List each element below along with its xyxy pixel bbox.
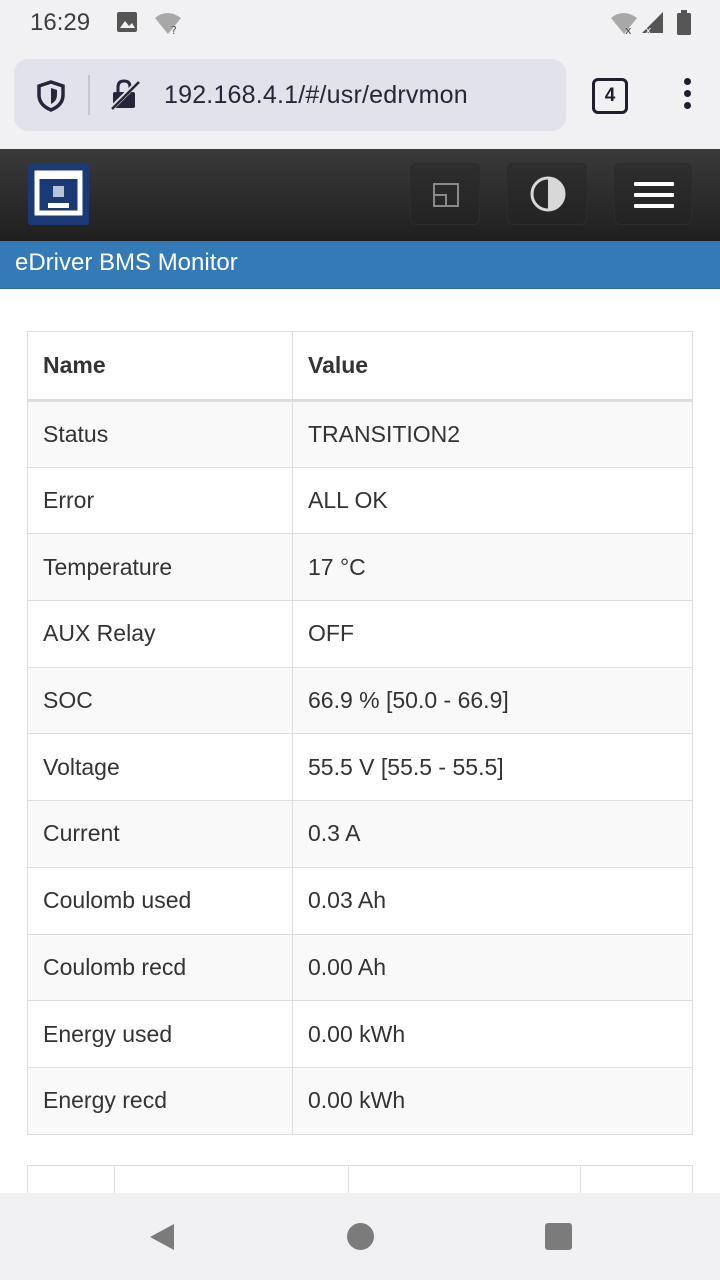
page-title-banner: eDriver BMS Monitor: [0, 241, 720, 289]
column-header-value: Value: [292, 331, 693, 402]
shield-icon[interactable]: [36, 80, 66, 117]
status-time: 16:29: [30, 9, 91, 36]
row-value: 0.00 kWh: [292, 1000, 693, 1068]
row-value: 17 °C: [292, 533, 693, 602]
address-bar[interactable]: 192.168.4.1/#/usr/edrvmon: [14, 59, 566, 131]
table-column-divider: [114, 1166, 115, 1193]
row-name: Energy recd: [27, 1066, 293, 1135]
row-value: 66.9 % [50.0 - 66.9]: [292, 666, 693, 735]
menu-button[interactable]: [614, 163, 692, 225]
row-value: TRANSITION2: [292, 400, 693, 468]
table-row: Energy used 0.00 kWh: [27, 1000, 693, 1068]
row-value: OFF: [292, 600, 693, 668]
row-name: Error: [27, 466, 293, 535]
wifi-off-icon: x: [610, 10, 638, 41]
row-name: AUX Relay: [27, 600, 293, 668]
url-text[interactable]: 192.168.4.1/#/usr/edrvmon: [164, 81, 468, 110]
image-notification-icon: [116, 10, 138, 39]
battery-icon: [676, 10, 692, 41]
table-row: Status TRANSITION2: [27, 400, 693, 468]
system-navigation-bar: [0, 1193, 720, 1280]
table-row: SOC 66.9 % [50.0 - 66.9]: [27, 666, 693, 735]
row-value: 0.03 Ah: [292, 866, 693, 935]
row-value: 0.00 kWh: [292, 1066, 693, 1135]
app-logo[interactable]: [28, 163, 89, 225]
hamburger-icon: [634, 182, 674, 208]
status-bar: 16:29 ? x x: [0, 0, 720, 46]
row-name: Voltage: [27, 733, 293, 802]
row-value: ALL OK: [292, 466, 693, 535]
table-row: Temperature 17 °C: [27, 533, 693, 602]
svg-text:x: x: [645, 24, 652, 36]
browser-menu-icon[interactable]: [680, 78, 694, 114]
main-content[interactable]: Name Value Status TRANSITION2 Error ALL OK…: [0, 289, 720, 1193]
table-row: Voltage 55.5 V [55.5 - 55.5]: [27, 733, 693, 802]
row-name: Energy used: [27, 1000, 293, 1068]
table-row: Coulomb used 0.03 Ah: [27, 866, 693, 935]
row-name: Current: [27, 800, 293, 868]
back-icon[interactable]: [148, 1222, 176, 1257]
table-row: Error ALL OK: [27, 466, 693, 535]
tab-count-button[interactable]: 4: [592, 78, 628, 114]
svg-text:x: x: [625, 24, 632, 36]
row-name: Status: [27, 400, 293, 468]
row-name: SOC: [27, 666, 293, 735]
row-name: Temperature: [27, 533, 293, 602]
insecure-lock-icon[interactable]: [108, 78, 142, 117]
page-title: eDriver BMS Monitor: [15, 249, 238, 276]
cell-table-partial: [27, 1165, 693, 1193]
svg-text:?: ?: [171, 24, 177, 36]
table-row: Current 0.3 A: [27, 800, 693, 868]
app-header: [0, 149, 720, 241]
table-header-row: Name Value: [27, 331, 693, 402]
home-icon[interactable]: [347, 1223, 374, 1250]
row-value: 55.5 V [55.5 - 55.5]: [292, 733, 693, 802]
browser-toolbar: 192.168.4.1/#/usr/edrvmon 4: [0, 46, 720, 146]
recent-apps-icon[interactable]: [545, 1223, 572, 1250]
wifi-unknown-icon: ?: [154, 10, 184, 41]
table-row: Coulomb recd 0.00 Ah: [27, 933, 693, 1002]
signal-off-icon: x: [640, 10, 666, 41]
table-column-divider: [580, 1166, 581, 1193]
fullscreen-button[interactable]: [410, 163, 480, 225]
row-value: 0.00 Ah: [292, 933, 693, 1002]
bms-status-table: Name Value Status TRANSITION2 Error ALL OK…: [27, 331, 693, 1135]
theme-toggle-button[interactable]: [507, 163, 587, 225]
table-column-divider: [348, 1166, 349, 1193]
row-value: 0.3 A: [292, 800, 693, 868]
address-bar-divider: [88, 75, 90, 115]
row-name: Coulomb used: [27, 866, 293, 935]
row-name: Coulomb recd: [27, 933, 293, 1002]
table-row: Energy recd 0.00 kWh: [27, 1066, 693, 1135]
table-row: AUX Relay OFF: [27, 600, 693, 668]
column-header-name: Name: [27, 331, 293, 402]
